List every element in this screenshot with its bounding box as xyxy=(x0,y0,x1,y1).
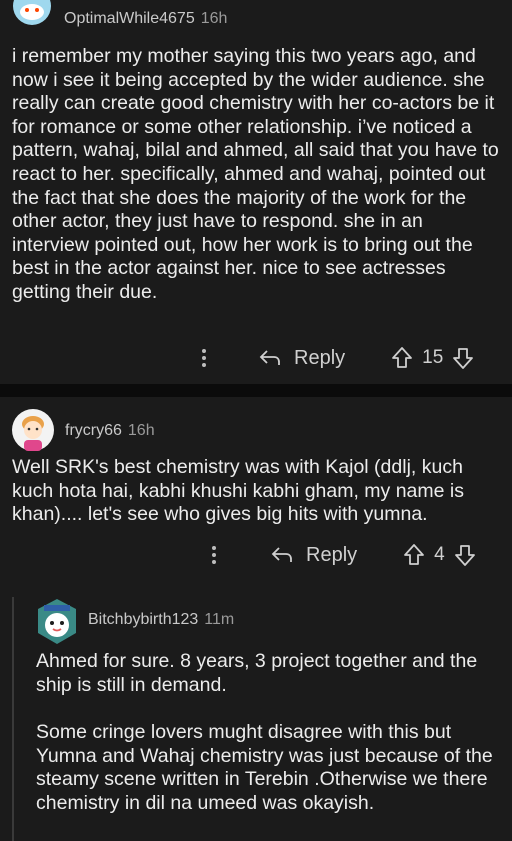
comment-actions: Reply 15 xyxy=(198,346,474,370)
author-name[interactable]: Bitchbybirth123 xyxy=(88,611,198,629)
comment-body: Ahmed for sure. 8 years, 3 project toget… xyxy=(36,650,502,816)
user-avatar[interactable] xyxy=(12,409,54,451)
thread-line[interactable] xyxy=(12,597,14,841)
comment-thread: OptimalWhile4675 16h i remember my mothe… xyxy=(0,0,512,841)
author-name[interactable]: OptimalWhile4675 xyxy=(64,10,195,28)
reply-button[interactable]: Reply xyxy=(270,544,357,567)
downvote-arrow-icon[interactable] xyxy=(452,346,474,370)
comment-separator xyxy=(0,384,512,397)
comment-paragraph: i remember my mother saying this two yea… xyxy=(12,45,499,303)
vote-control: 15 xyxy=(391,346,474,370)
user-avatar[interactable] xyxy=(34,597,80,647)
comment-card: OptimalWhile4675 16h i remember my mothe… xyxy=(0,0,512,384)
reply-arrow-icon xyxy=(259,350,280,365)
upvote-arrow-icon[interactable] xyxy=(403,543,425,567)
vote-score: 15 xyxy=(422,347,444,368)
reply-arrow-icon xyxy=(271,547,292,562)
comment-meta: frycry66 16h xyxy=(65,422,155,440)
comment-body: i remember my mother saying this two yea… xyxy=(12,45,502,305)
author-name[interactable]: frycry66 xyxy=(65,422,122,440)
more-vertical-icon[interactable] xyxy=(208,544,220,566)
comment-meta: OptimalWhile4675 16h xyxy=(64,10,227,28)
reply-button[interactable]: Reply xyxy=(258,347,345,370)
reply-label: Reply xyxy=(306,543,358,566)
comment-paragraph: Well SRK's best chemistry was with Kajol… xyxy=(12,456,464,526)
upvote-arrow-icon[interactable] xyxy=(391,346,413,370)
comment-paragraph: Ahmed for sure. 8 years, 3 project toget… xyxy=(36,650,478,696)
comment-actions: Reply 4 xyxy=(208,543,476,567)
comment-meta: Bitchbybirth123 11m xyxy=(88,611,234,629)
comment-body: Well SRK's best chemistry was with Kajol… xyxy=(12,456,502,527)
comment-time: 11m xyxy=(204,611,235,628)
reply-label: Reply xyxy=(294,346,346,369)
downvote-arrow-icon[interactable] xyxy=(454,543,476,567)
more-vertical-icon[interactable] xyxy=(198,347,210,369)
comment-paragraph: Some cringe lovers mught disagree with t… xyxy=(36,721,493,814)
comment-time: 16h xyxy=(127,422,155,439)
user-avatar[interactable] xyxy=(12,0,52,26)
comment-time: 16h xyxy=(200,10,228,27)
vote-score: 4 xyxy=(434,544,445,565)
vote-control: 4 xyxy=(403,543,476,567)
